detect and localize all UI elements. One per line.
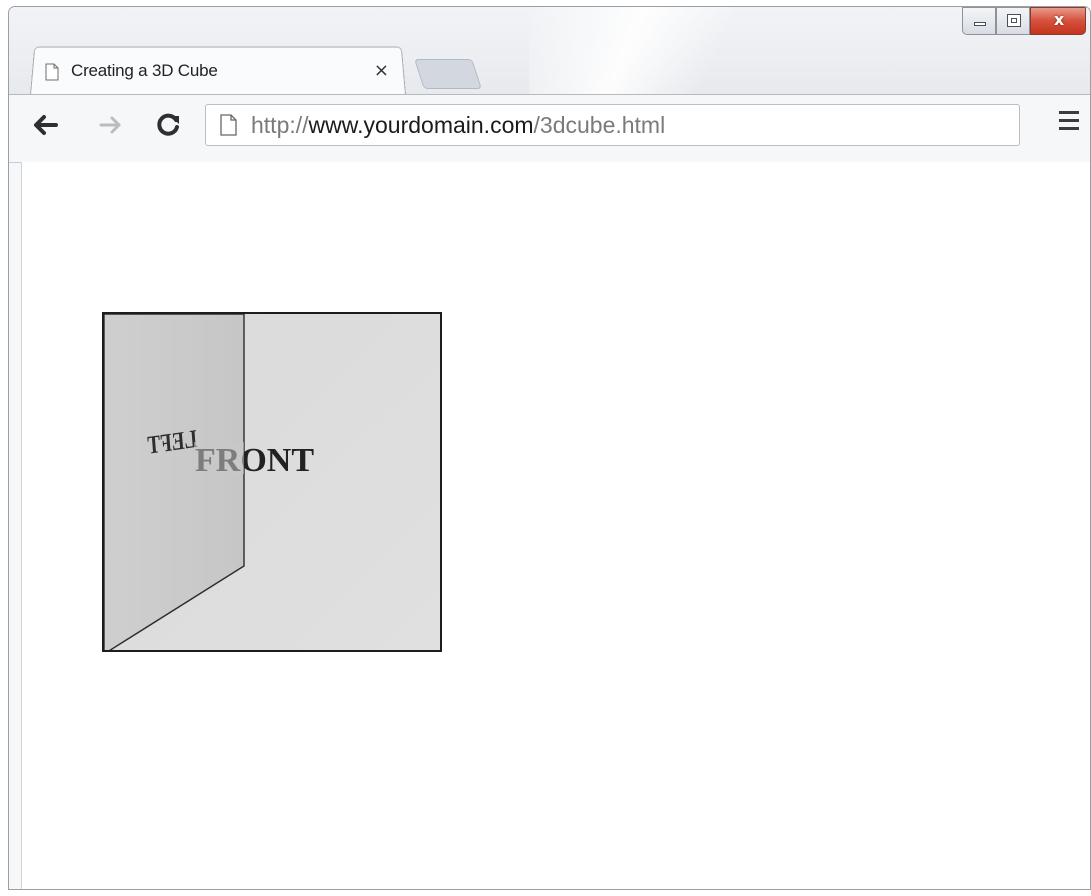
close-icon: x <box>1053 10 1065 29</box>
url-path: /3dcube.html <box>533 111 666 138</box>
reload-button[interactable] <box>153 109 185 141</box>
minimize-icon <box>974 22 986 26</box>
tab-content: Creating a 3D Cube × <box>39 49 399 93</box>
browser-window: Creating a 3D Cube × x http://www.yourdo… <box>8 6 1091 890</box>
tab-title: Creating a 3D Cube <box>71 61 218 80</box>
window-controls: x <box>962 7 1086 37</box>
url-host: www.yourdomain.com <box>308 111 534 138</box>
title-bar: Creating a 3D Cube × x <box>9 7 1090 97</box>
page-icon <box>45 63 59 80</box>
maximize-button[interactable] <box>996 7 1030 35</box>
minimize-button[interactable] <box>962 7 996 35</box>
forward-button[interactable] <box>95 109 127 141</box>
page-content: LEFT FRONT <box>21 162 1090 889</box>
cube-frame: LEFT FRONT <box>102 312 442 652</box>
close-button[interactable]: x <box>1030 7 1086 35</box>
arrow-right-icon <box>99 116 121 134</box>
front-label-shadow <box>194 442 244 474</box>
menu-button[interactable] <box>1056 111 1082 137</box>
arrow-left-icon <box>34 115 58 135</box>
reload-icon <box>157 113 179 136</box>
url-scheme: http:// <box>251 111 309 138</box>
address-bar[interactable]: http://www.yourdomain.com/3dcube.html <box>205 104 1020 146</box>
browser-toolbar: http://www.yourdomain.com/3dcube.html <box>9 94 1090 163</box>
page-icon <box>220 114 237 136</box>
maximize-icon <box>1007 14 1021 27</box>
back-button[interactable] <box>29 109 61 141</box>
hamburger-menu-icon <box>1056 111 1082 130</box>
url-text: http://www.yourdomain.com/3dcube.html <box>251 112 665 139</box>
cube-drawing: LEFT FRONT <box>104 314 440 650</box>
tab-close-icon[interactable]: × <box>374 60 389 81</box>
new-tab-button[interactable] <box>414 59 482 89</box>
title-bar-glare <box>529 7 789 97</box>
